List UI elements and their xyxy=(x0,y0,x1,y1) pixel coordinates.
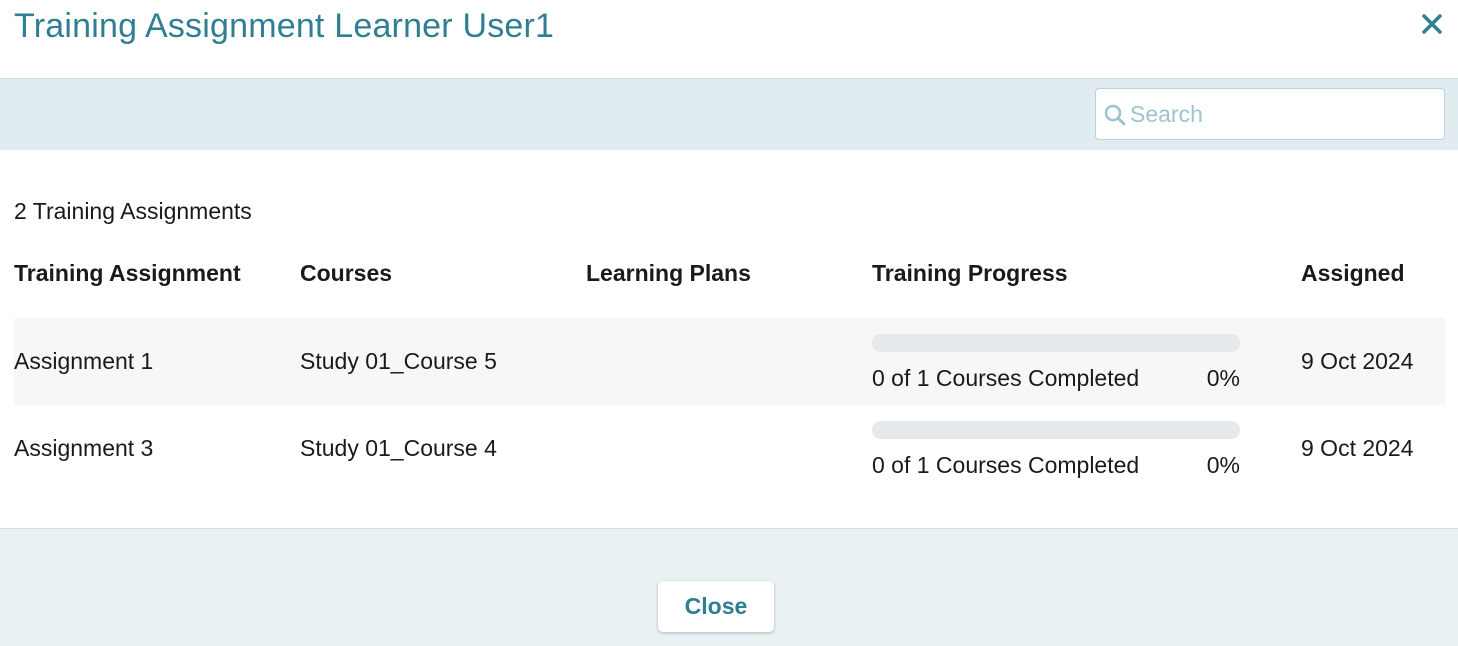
dialog-footer: Close xyxy=(0,528,1458,646)
table-row: Assignment 1 Study 01_Course 5 0 of 1 Co… xyxy=(14,318,1445,405)
assigned-date: 9 Oct 2024 xyxy=(1301,435,1414,461)
assigned-date: 9 Oct 2024 xyxy=(1301,348,1414,374)
assignment-count: 2 Training Assignments xyxy=(14,198,252,224)
progress-bar xyxy=(872,421,1240,439)
progress-percent: 0% xyxy=(1206,365,1240,391)
progress-bar xyxy=(872,334,1240,352)
course-name: Study 01_Course 4 xyxy=(300,435,497,461)
close-button[interactable]: Close xyxy=(658,581,774,632)
search-input[interactable] xyxy=(1130,89,1430,139)
dialog-header: Training Assignment Learner User1 xyxy=(0,0,1458,79)
progress-percent: 0% xyxy=(1206,452,1240,478)
column-header-assigned: Assigned xyxy=(1301,260,1405,286)
close-icon[interactable] xyxy=(1420,12,1444,36)
search-icon xyxy=(1104,104,1126,126)
assignment-name: Assignment 1 xyxy=(14,348,154,374)
dialog-title: Training Assignment Learner User1 xyxy=(14,7,555,45)
column-header-training-progress: Training Progress xyxy=(872,260,1068,286)
course-name: Study 01_Course 5 xyxy=(300,348,497,374)
progress-text: 0 of 1 Courses Completed xyxy=(872,452,1140,478)
search-box[interactable] xyxy=(1095,88,1445,140)
column-header-learning-plans: Learning Plans xyxy=(586,260,751,286)
table-row: Assignment 3 Study 01_Course 4 0 of 1 Co… xyxy=(14,405,1445,492)
column-header-training-assignment: Training Assignment xyxy=(14,260,241,286)
progress-text: 0 of 1 Courses Completed xyxy=(872,365,1140,391)
column-header-courses: Courses xyxy=(300,260,393,286)
toolbar xyxy=(0,79,1458,150)
assignment-name: Assignment 3 xyxy=(14,435,154,461)
training-assignment-dialog: Training Assignment Learner User1 2 Trai… xyxy=(0,0,1458,646)
